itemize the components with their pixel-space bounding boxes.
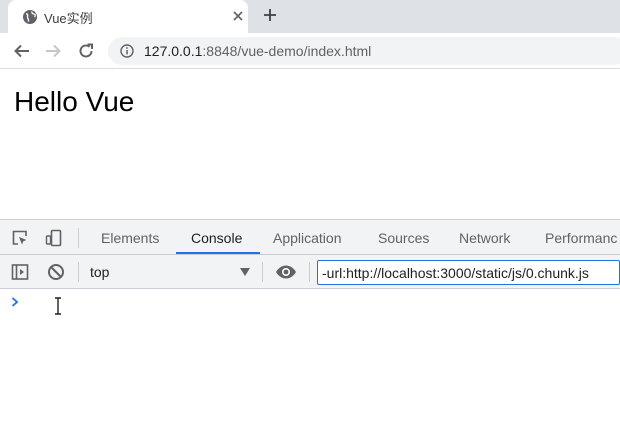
plus-icon[interactable]	[262, 7, 278, 23]
arrow-right-icon[interactable]	[44, 42, 62, 60]
reload-icon[interactable]	[77, 42, 95, 60]
context-value: top	[90, 264, 110, 280]
text-cursor-icon	[55, 297, 61, 315]
browser-tab[interactable]: Vue实例	[8, 0, 248, 33]
tab-title: Vue实例	[44, 11, 93, 26]
browser-toolbar: 127.0.0.1:8848/vue-demo/index.html	[0, 33, 620, 69]
toolbar-divider	[309, 262, 310, 282]
tab-sources[interactable]: Sources	[378, 220, 429, 255]
globe-icon	[23, 10, 37, 24]
device-toolbar-icon[interactable]	[45, 229, 63, 247]
tab-console[interactable]: Console	[191, 220, 242, 255]
info-icon[interactable]	[120, 44, 134, 58]
tab-network[interactable]: Network	[459, 220, 510, 255]
console-output[interactable]	[0, 289, 620, 445]
js-context-select[interactable]: top	[82, 260, 258, 284]
console-sidebar-icon[interactable]	[11, 263, 29, 281]
eye-icon[interactable]	[275, 264, 297, 280]
console-filter-input[interactable]	[317, 260, 620, 285]
arrow-left-icon[interactable]	[13, 42, 31, 60]
active-tab-indicator	[176, 252, 260, 254]
page-viewport: Hello Vue	[0, 70, 620, 219]
devtools-tabbar: Elements Console Application Sources Net…	[0, 220, 620, 255]
toolbar-divider	[78, 228, 79, 248]
tab-elements[interactable]: Elements	[101, 220, 159, 255]
toolbar-divider	[78, 262, 79, 282]
clear-console-icon[interactable]	[47, 263, 65, 281]
close-icon[interactable]	[230, 8, 246, 24]
tab-application[interactable]: Application	[273, 220, 342, 255]
address-bar[interactable]: 127.0.0.1:8848/vue-demo/index.html	[108, 37, 620, 65]
url-path: :8848/vue-demo/index.html	[202, 43, 372, 59]
devtools-panel: Elements Console Application Sources Net…	[0, 219, 620, 445]
page-heading: Hello Vue	[14, 86, 135, 117]
toolbar-divider	[262, 262, 263, 282]
chevron-right-icon	[11, 297, 19, 307]
url-text: 127.0.0.1:8848/vue-demo/index.html	[144, 43, 371, 59]
dropdown-triangle-icon	[240, 268, 250, 276]
console-toolbar: top	[0, 255, 620, 289]
tab-strip: Vue实例	[0, 0, 620, 33]
inspect-element-icon[interactable]	[11, 229, 29, 247]
url-host: 127.0.0.1	[144, 43, 203, 59]
tab-performance[interactable]: Performanc	[545, 220, 617, 255]
